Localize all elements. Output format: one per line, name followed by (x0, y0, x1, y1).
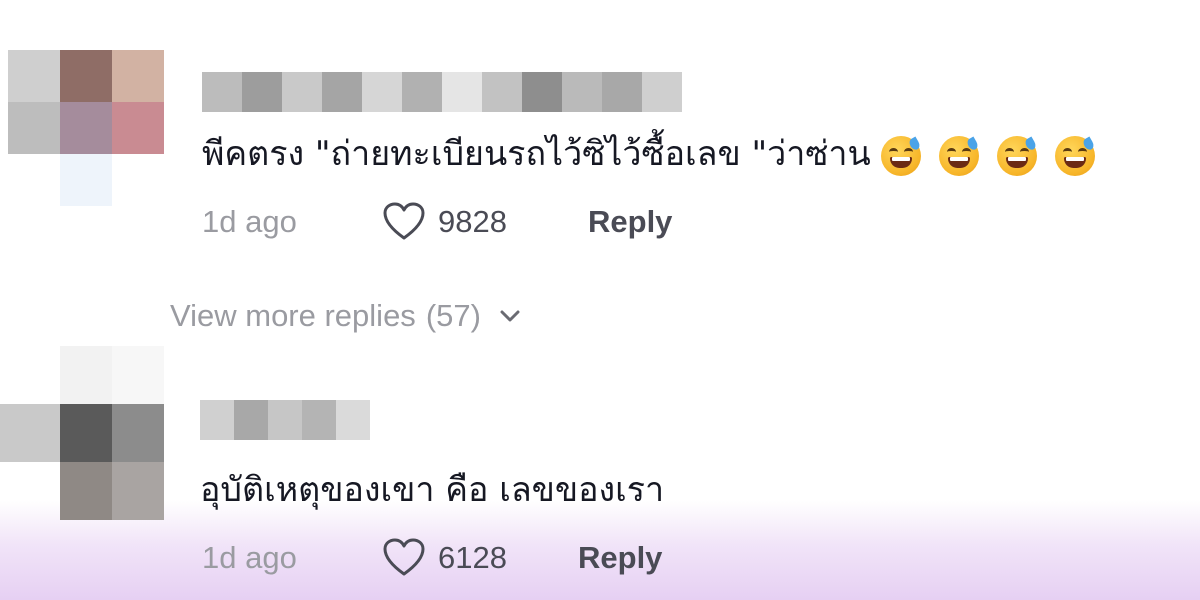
like-count: 6128 (438, 540, 507, 575)
avatar[interactable] (60, 346, 164, 520)
comment-text: อุบัติเหตุของเขา คือ เลขของเรา (200, 470, 664, 510)
grinning-sweat-emoji (880, 135, 922, 176)
reply-button[interactable]: Reply (588, 204, 672, 240)
view-more-replies-button[interactable]: View more replies (57) (170, 298, 521, 334)
heart-icon[interactable] (382, 538, 426, 578)
view-more-count: (57) (425, 298, 481, 333)
comment-timestamp: 1d ago (202, 540, 297, 575)
comment-text: พีคตรง "ถ่ายทะเบียนรถไว้ซิไว้ซื้อเลข "ว่… (202, 134, 1096, 176)
comment-body: พีคตรง "ถ่ายทะเบียนรถไว้ซิไว้ซื้อเลข "ว่… (202, 134, 871, 174)
username-redacted[interactable] (202, 72, 682, 112)
heart-icon[interactable] (382, 202, 426, 242)
view-more-label: View more replies (170, 298, 416, 333)
grinning-sweat-emoji (1054, 135, 1096, 176)
comment-meta: 1d ago 9828 Reply (202, 202, 672, 242)
reply-button[interactable]: Reply (578, 540, 662, 576)
emoji-group (880, 135, 1096, 176)
like-count: 9828 (438, 204, 507, 239)
chevron-down-icon (500, 310, 520, 322)
comment-body: อุบัติเหตุของเขา คือ เลขของเรา (200, 470, 665, 510)
grinning-sweat-emoji (996, 135, 1038, 176)
avatar-edge (0, 404, 60, 462)
username-redacted[interactable] (200, 400, 370, 440)
comment-timestamp: 1d ago (202, 204, 297, 239)
comment-meta: 1d ago 6128 Reply (202, 538, 662, 578)
grinning-sweat-emoji (938, 135, 980, 176)
avatar[interactable] (8, 50, 164, 206)
